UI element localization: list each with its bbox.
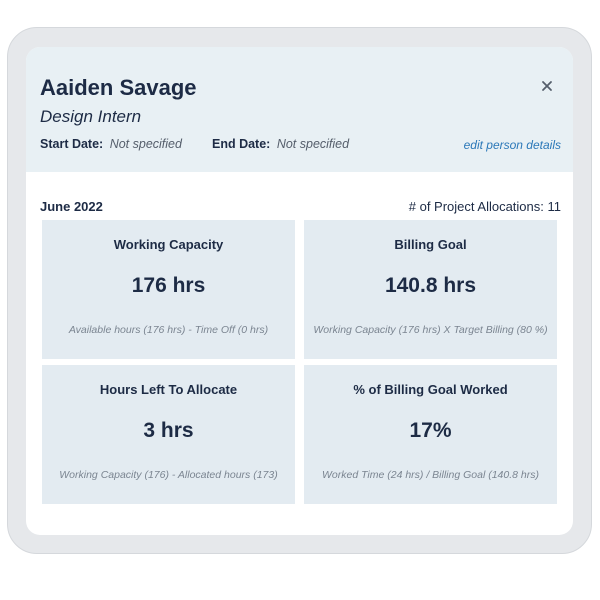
month-label: June 2022 (40, 199, 103, 214)
card-title: Hours Left To Allocate (99, 382, 238, 397)
close-icon[interactable] (539, 78, 555, 94)
card-value: 17% (409, 419, 452, 442)
working-capacity-card: Working Capacity 176 hrs Available hours… (42, 220, 295, 359)
card-note: Working Capacity (176 hrs) X Target Bill… (313, 324, 548, 336)
project-allocations-count: # of Project Allocations: 11 (408, 199, 561, 214)
card-note: Working Capacity (176) - Allocated hours… (59, 469, 278, 481)
start-date-value: Not specified (109, 137, 182, 151)
person-role: Design Intern (40, 107, 142, 126)
modal-header: Aaiden Savage Design Intern Start Date: … (26, 47, 573, 172)
card-title: Billing Goal (394, 237, 467, 252)
person-details-modal: Aaiden Savage Design Intern Start Date: … (26, 47, 573, 535)
hours-left-to-allocate-card: Hours Left To Allocate 3 hrs Working Cap… (42, 365, 295, 504)
end-date-label: End Date: (212, 137, 271, 151)
billing-goal-worked-card: % of Billing Goal Worked 17% Worked Time… (304, 365, 557, 504)
card-value: 3 hrs (143, 419, 194, 442)
end-date: End Date: Not specified (212, 137, 349, 151)
card-note: Available hours (176 hrs) - Time Off (0 … (68, 324, 269, 336)
end-date-value: Not specified (276, 137, 350, 151)
person-name: Aaiden Savage (40, 75, 197, 100)
card-value: 176 hrs (131, 274, 206, 297)
card-title: Working Capacity (113, 237, 224, 252)
edit-person-details-link[interactable]: edit person details (464, 138, 561, 152)
card-title: % of Billing Goal Worked (353, 382, 508, 397)
billing-goal-card: Billing Goal 140.8 hrs Working Capacity … (304, 220, 557, 359)
start-date-label: Start Date: (40, 137, 104, 151)
start-date: Start Date: Not specified (40, 137, 182, 151)
card-note: Worked Time (24 hrs) / Billing Goal (140… (322, 469, 539, 481)
card-value: 140.8 hrs (384, 274, 477, 297)
